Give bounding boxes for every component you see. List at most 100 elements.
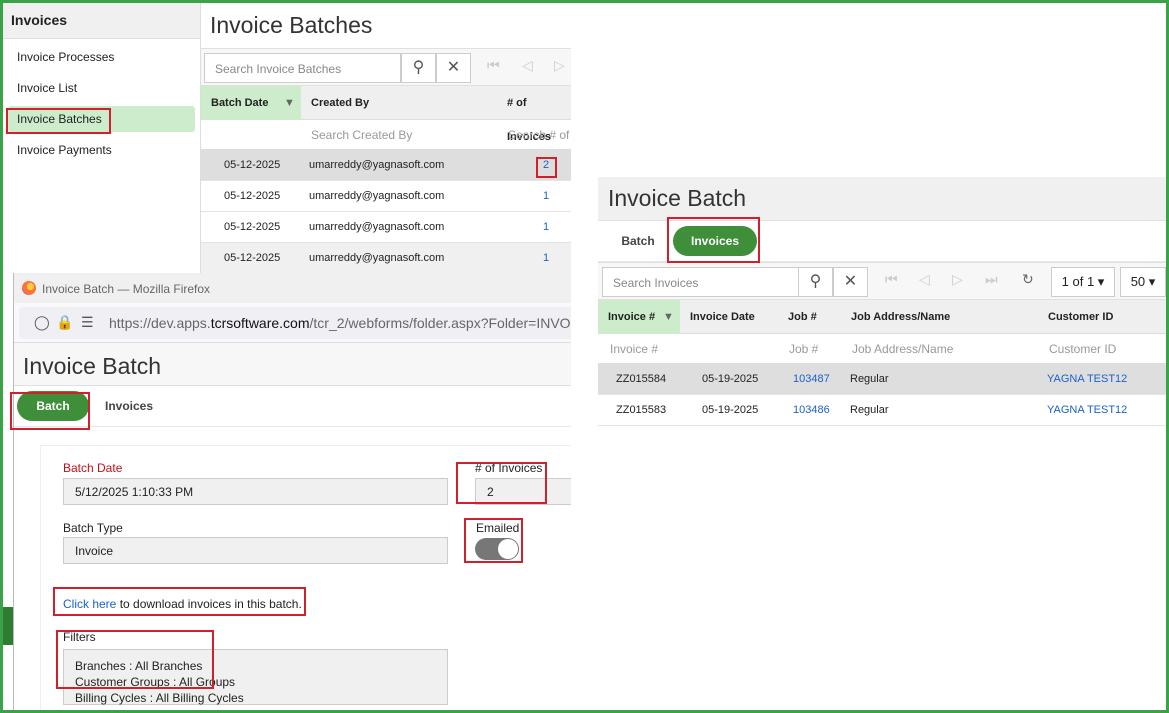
emailed-toggle[interactable] xyxy=(475,538,519,560)
shield-icon[interactable]: ◯ xyxy=(34,314,50,331)
invoice-batches-panel: Invoice Batches Search Invoice Batches ⚲… xyxy=(201,3,571,275)
cell-created-by: umarreddy@yagnasoft.com xyxy=(309,190,445,202)
grid-toolbar: Search Invoices ⚲ ✕ ⏮ ◁ ▷ ⏭ ↻ 1 of 1 ▾ 5… xyxy=(598,262,1169,300)
cell-invoice-date: 05-19-2025 xyxy=(702,373,759,385)
column-created-by[interactable]: Created By xyxy=(301,86,369,120)
column-invoice-date[interactable]: Invoice Date xyxy=(680,300,755,334)
cell-batch-date: 05-12-2025 xyxy=(224,190,281,202)
column-job-address[interactable]: Job Address/Name xyxy=(841,300,950,334)
cell-invoice-date: 05-19-2025 xyxy=(702,404,759,416)
download-text: to download invoices in this batch. xyxy=(119,597,302,611)
clear-search-button[interactable]: ✕ xyxy=(833,267,868,297)
window-titlebar: Invoice Batch — Mozilla Firefox xyxy=(14,273,571,303)
first-page-icon[interactable]: ⏮ xyxy=(487,57,500,74)
batch-type-label: Batch Type xyxy=(63,521,123,535)
batch-date-field[interactable]: 5/12/2025 1:10:33 PM xyxy=(63,478,448,505)
page-title: Invoice Batch xyxy=(14,343,571,385)
search-button[interactable]: ⚲ xyxy=(401,53,436,83)
cell-invoice-count-link[interactable]: 2 xyxy=(543,150,549,181)
page-title: Invoice Batch xyxy=(598,177,1169,220)
filter-invoice-number[interactable]: Invoice # xyxy=(600,334,658,364)
firefox-logo-icon xyxy=(22,281,36,295)
filter-job-address[interactable]: Job Address/Name xyxy=(842,334,953,364)
last-page-icon[interactable]: ⏭ xyxy=(985,271,998,288)
filters-field: Branches : All Branches Customer Groups … xyxy=(63,649,448,705)
search-input[interactable]: Search Invoice Batches xyxy=(204,53,401,83)
batch-form: Batch Date 5/12/2025 1:10:33 PM # of Inv… xyxy=(40,445,571,710)
table-row[interactable]: 05-12-2025 umarreddy@yagnasoft.com 2 xyxy=(201,150,571,181)
column-invoice-number[interactable]: Invoice # ▼ xyxy=(598,300,680,334)
first-page-icon[interactable]: ⏮ xyxy=(885,271,898,288)
next-page-icon[interactable]: ▷ xyxy=(952,271,963,288)
cell-invoice-count-link[interactable]: 1 xyxy=(543,181,549,212)
close-icon: ✕ xyxy=(843,273,858,290)
filter-row: Search Created By Search # of xyxy=(201,120,571,150)
grid-header: Invoice # ▼ Invoice Date Job # Job Addre… xyxy=(598,300,1169,334)
cell-created-by: umarreddy@yagnasoft.com xyxy=(309,252,445,264)
column-batch-date[interactable]: Batch Date ▼ xyxy=(201,86,301,120)
filter-num-invoices[interactable]: Search # of xyxy=(498,120,569,150)
num-invoices-label: # of Invoices xyxy=(475,461,543,475)
table-row[interactable]: 05-12-2025 umarreddy@yagnasoft.com 1 xyxy=(201,212,571,243)
search-button[interactable]: ⚲ xyxy=(798,267,833,297)
table-row[interactable]: 05-12-2025 umarreddy@yagnasoft.com 1 xyxy=(201,181,571,212)
next-page-icon[interactable]: ▷ xyxy=(554,57,565,74)
url-prefix: https://dev.apps. xyxy=(109,315,211,331)
tab-bar: Batch Invoices xyxy=(598,220,1169,262)
sidebar-item-invoice-payments[interactable]: Invoice Payments xyxy=(8,137,195,163)
cell-invoice-number: ZZ015583 xyxy=(616,404,667,416)
table-row[interactable]: ZZ015584 05-19-2025 103487 Regular YAGNA… xyxy=(598,364,1169,395)
filter-customer-id[interactable]: Customer ID xyxy=(1039,334,1116,364)
prev-page-icon[interactable]: ◁ xyxy=(919,271,930,288)
filter-branches: Branches : All Branches xyxy=(75,659,203,673)
window-title: Invoice Batch — Mozilla Firefox xyxy=(42,282,211,296)
column-job-number[interactable]: Job # xyxy=(778,300,817,334)
table-row[interactable]: ZZ015583 05-19-2025 103486 Regular YAGNA… xyxy=(598,395,1169,426)
cell-batch-date: 05-12-2025 xyxy=(224,159,281,171)
close-icon: ✕ xyxy=(446,59,461,76)
sidebar-item-invoice-list[interactable]: Invoice List xyxy=(8,75,195,101)
background-fragment xyxy=(3,607,13,645)
page-title: Invoice Batches xyxy=(210,12,373,38)
tab-batch[interactable]: Batch xyxy=(17,391,89,421)
page-size-selector[interactable]: 50 ▾ xyxy=(1120,267,1166,297)
tab-batch[interactable]: Batch xyxy=(608,226,668,256)
sidebar-item-invoice-batches[interactable]: Invoice Batches xyxy=(8,106,195,132)
cell-batch-date: 05-12-2025 xyxy=(224,252,281,264)
batch-date-label: Batch Date xyxy=(63,461,123,475)
download-line: Click here to download invoices in this … xyxy=(63,597,302,611)
cell-job-link[interactable]: 103487 xyxy=(793,364,830,395)
filter-created-by[interactable]: Search Created By xyxy=(301,120,412,150)
batch-type-field[interactable]: Invoice xyxy=(63,537,448,564)
table-row[interactable]: 05-12-2025 umarreddy@yagnasoft.com 1 xyxy=(201,243,571,274)
filter-customer-groups: Customer Groups : All Groups xyxy=(75,675,236,689)
download-link[interactable]: Click here xyxy=(63,597,116,611)
sidebar-title: Invoices xyxy=(3,3,200,39)
cell-job-link[interactable]: 103486 xyxy=(793,395,830,426)
tab-invoices[interactable]: Invoices xyxy=(673,226,757,256)
sort-down-icon: ▼ xyxy=(284,97,295,109)
filters-label: Filters xyxy=(63,630,96,644)
cell-customer-link[interactable]: YAGNA TEST12 xyxy=(1047,395,1127,426)
url-bar[interactable]: https://dev.apps.tcrsoftware.com/tcr_2/w… xyxy=(19,307,571,339)
cell-invoice-count-link[interactable]: 1 xyxy=(543,212,549,243)
tab-invoices[interactable]: Invoices xyxy=(96,391,162,421)
permissions-icon[interactable]: ☰ xyxy=(81,314,94,331)
refresh-icon[interactable]: ↻ xyxy=(1022,271,1034,288)
column-num-invoices[interactable]: # of Invoices xyxy=(497,86,571,143)
lock-icon[interactable]: 🔒 xyxy=(56,314,73,331)
sidebar-item-invoice-processes[interactable]: Invoice Processes xyxy=(8,44,195,70)
prev-page-icon[interactable]: ◁ xyxy=(522,57,533,74)
cell-invoice-count-link[interactable]: 1 xyxy=(543,243,549,274)
num-invoices-field[interactable]: 2 xyxy=(475,478,571,505)
grid-toolbar: Search Invoice Batches ⚲ ✕ ⏮ ◁ ▷ xyxy=(201,48,571,86)
tab-bar: Batch Invoices xyxy=(14,385,571,427)
cell-job-address: Regular xyxy=(850,373,889,385)
search-input[interactable]: Search Invoices xyxy=(602,267,799,297)
cell-job-address: Regular xyxy=(850,404,889,416)
page-selector[interactable]: 1 of 1 ▾ xyxy=(1051,267,1115,297)
column-customer-id[interactable]: Customer ID xyxy=(1038,300,1113,334)
filter-job-number[interactable]: Job # xyxy=(779,334,818,364)
clear-search-button[interactable]: ✕ xyxy=(436,53,471,83)
cell-customer-link[interactable]: YAGNA TEST12 xyxy=(1047,364,1127,395)
